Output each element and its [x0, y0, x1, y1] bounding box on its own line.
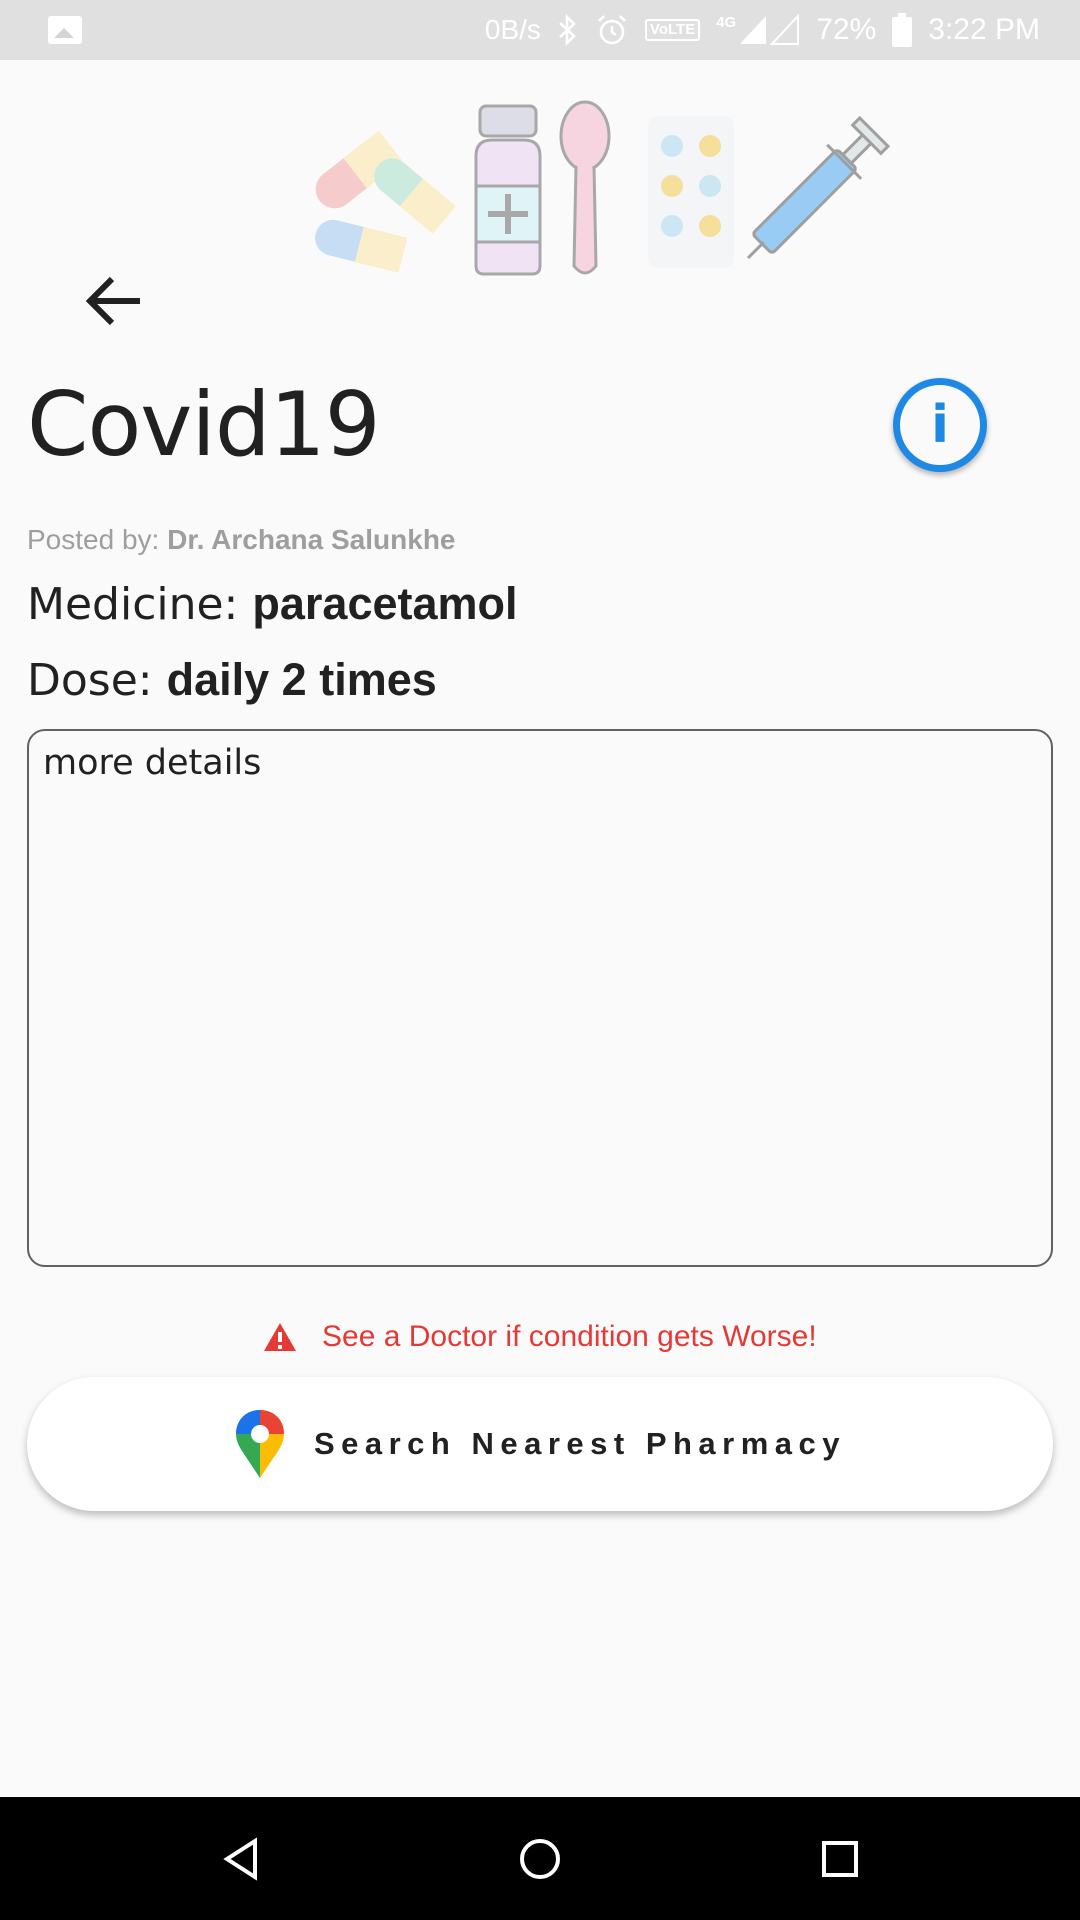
nav-back-icon — [223, 1837, 257, 1881]
nav-recents-button[interactable] — [812, 1831, 868, 1887]
bluetooth-icon — [557, 14, 579, 46]
spoon-icon — [559, 100, 611, 275]
pill-blister-icon — [648, 116, 734, 268]
nav-home-icon — [520, 1839, 560, 1879]
google-maps-pin-icon — [235, 1410, 284, 1478]
posted-by-label: Posted by: — [27, 524, 160, 555]
nav-home-button[interactable] — [512, 1831, 568, 1887]
info-icon: i — [931, 395, 949, 455]
syringe-icon — [746, 115, 891, 260]
medicine-banner — [280, 96, 900, 286]
status-bar: 0B/s VoLTE 4G 72% 3:22 PM — [0, 0, 1080, 60]
volte-badge: VoLTE — [644, 19, 701, 41]
network-speed: 0B/s — [484, 14, 541, 45]
dose-label: Dose: — [27, 655, 153, 706]
posted-by: Posted by: Dr. Archana Salunkhe — [27, 524, 456, 556]
info-button[interactable]: i — [893, 378, 987, 472]
medicine-row: Medicine: paracetamol — [27, 578, 518, 630]
warning-icon — [264, 1323, 296, 1351]
posted-by-name: Dr. Archana Salunkhe — [167, 524, 456, 555]
search-pharmacy-button[interactable]: Search Nearest Pharmacy — [27, 1377, 1053, 1511]
back-button[interactable] — [78, 268, 150, 334]
dose-value: daily 2 times — [166, 654, 437, 705]
dose-row: Dose: daily 2 times — [27, 654, 437, 706]
network-type: 4G — [716, 14, 737, 31]
arrow-back-icon — [85, 276, 140, 326]
nav-back-button[interactable] — [213, 1831, 269, 1887]
details-box[interactable]: more details — [27, 729, 1053, 1267]
medicine-label: Medicine: — [27, 579, 239, 630]
clock: 3:22 PM — [928, 13, 1040, 46]
signal-icon: 4G — [716, 14, 800, 46]
search-pharmacy-label: Search Nearest Pharmacy — [313, 1426, 847, 1461]
warning-message: See a Doctor if condition gets Worse! — [262, 1320, 817, 1354]
alarm-icon — [595, 13, 629, 47]
nav-recents-icon — [822, 1841, 858, 1877]
details-text: more details — [43, 743, 262, 783]
navigation-bar — [0, 1797, 1080, 1920]
battery-icon — [892, 13, 913, 47]
syrup-bottle-icon — [474, 104, 542, 276]
page-title: Covid19 — [27, 373, 381, 476]
gallery-icon — [48, 16, 82, 44]
medicine-value: paracetamol — [252, 578, 518, 629]
capsules-icon — [315, 130, 456, 273]
status-right: 0B/s VoLTE 4G 72% 3:22 PM — [485, 12, 1040, 48]
battery-percent: 72% — [816, 13, 877, 46]
warning-text: See a Doctor if condition gets Worse! — [322, 1320, 817, 1353]
